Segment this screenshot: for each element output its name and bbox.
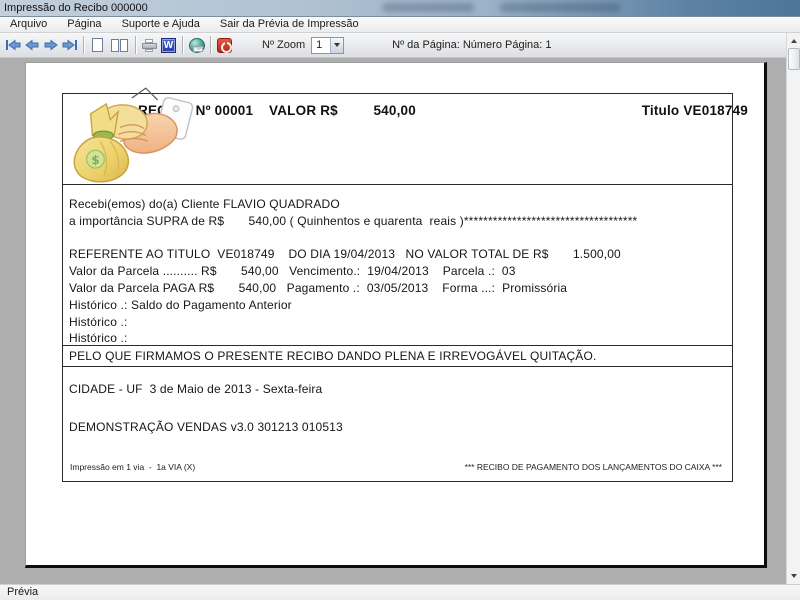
svg-text:$: $ [91, 153, 99, 167]
body-line: Histórico .: Saldo do Pagamento Anterior [69, 297, 292, 312]
scrollbar-thumb[interactable] [788, 48, 800, 70]
menu-sair-da-previa[interactable]: Sair da Prévia de Impressão [210, 17, 369, 32]
print-preview-area[interactable]: RECIBO Nº 00001 VALOR R$ 540,00 Titulo V… [0, 58, 786, 584]
exit-button[interactable] [215, 36, 234, 55]
vertical-scrollbar[interactable] [786, 33, 800, 584]
printer-icon [142, 38, 157, 52]
chevron-up-icon [791, 39, 797, 43]
via-line: Impressão em 1 via - 1a VIA (X) [70, 462, 196, 472]
chevron-down-icon [334, 43, 341, 47]
receipt-body-lines: Recebi(emos) do(a) Cliente FLAVIO QUADRA… [69, 196, 728, 347]
titlebar: Impressão do Recibo 000000 [0, 0, 800, 17]
receipt-title-row: RECIBO Nº 00001 VALOR R$ 540,00 Titulo V… [138, 103, 748, 118]
receipt-titulo: Titulo VE018749 [641, 103, 748, 118]
scroll-down-button[interactable] [788, 570, 800, 582]
menu-pagina[interactable]: Página [57, 17, 111, 32]
titlebar-artifact [500, 3, 620, 12]
page-number-label: Nº da Página: Número Página: 1 [392, 39, 552, 51]
menubar: Arquivo Página Suporte e Ajuda Sair da P… [0, 17, 800, 33]
two-page-view-button[interactable] [107, 36, 131, 55]
power-icon [217, 37, 232, 53]
status-label: Prévia [7, 586, 39, 598]
window-title: Impressão do Recibo 000000 [4, 2, 148, 14]
toolbar-separator [83, 36, 84, 54]
chevron-down-icon [791, 574, 797, 578]
next-page-icon [44, 39, 58, 51]
toolbar: W Nº Zoom 1 Nº da Página: Número Página:… [0, 33, 786, 58]
toolbar-separator [135, 36, 136, 54]
zoom-value: 1 [316, 38, 323, 51]
scroll-up-button[interactable] [788, 35, 800, 47]
globe-mail-icon [188, 37, 205, 53]
last-page-icon [62, 39, 77, 51]
menu-arquivo[interactable]: Arquivo [0, 17, 57, 32]
send-web-button[interactable] [187, 36, 206, 55]
body-line: Recebi(emos) do(a) Cliente FLAVIO QUADRA… [69, 197, 340, 211]
export-word-button[interactable]: W [159, 36, 178, 55]
word-icon: W [161, 37, 176, 53]
zoom-dropdown-button[interactable] [330, 37, 344, 53]
two-pages-icon [110, 38, 128, 52]
next-page-button[interactable] [41, 36, 60, 55]
titlebar-artifact [382, 3, 474, 12]
prev-page-icon [24, 39, 38, 51]
zoom-select[interactable]: 1 [311, 36, 345, 54]
body-line: a importância SUPRA de R$ 540,00 ( Quinh… [69, 213, 638, 228]
prev-page-button[interactable] [22, 36, 41, 55]
receipt-page: RECIBO Nº 00001 VALOR R$ 540,00 Titulo V… [25, 62, 767, 568]
receipt-body-box: Recebi(emos) do(a) Cliente FLAVIO QUADRA… [62, 184, 733, 367]
body-line-blank [69, 230, 728, 247]
toolbar-separator [210, 36, 211, 54]
menu-suporte-e-ajuda[interactable]: Suporte e Ajuda [112, 17, 210, 32]
quitacao-line: PELO QUE FIRMAMOS O PRESENTE RECIBO DAND… [63, 345, 732, 366]
body-line: Valor da Parcela PAGA R$ 540,00 Pagament… [69, 280, 568, 295]
print-button[interactable] [140, 36, 159, 55]
body-line: Histórico .: [69, 314, 128, 329]
caixa-line: *** RECIBO DE PAGAMENTO DOS LANÇAMENTOS … [464, 462, 722, 472]
first-page-button[interactable] [3, 36, 22, 55]
single-page-view-button[interactable] [88, 36, 107, 55]
receipt-footer-box: CIDADE - UF 3 de Maio de 2013 - Sexta-fe… [62, 366, 733, 482]
zoom-label: Nº Zoom [262, 39, 306, 51]
last-page-button[interactable] [60, 36, 79, 55]
demo-version-line: DEMONSTRAÇÃO VENDAS v3.0 301213 010513 [69, 420, 343, 434]
handshake-moneybag-image: $ [73, 87, 194, 183]
city-date-line: CIDADE - UF 3 de Maio de 2013 - Sexta-fe… [69, 382, 323, 396]
first-page-icon [5, 39, 20, 51]
single-page-icon [92, 38, 103, 52]
body-line: REFERENTE AO TITULO VE018749 DO DIA 19/0… [69, 247, 621, 262]
statusbar: Prévia [0, 584, 800, 600]
body-line: Valor da Parcela .......... R$ 540,00 Ve… [69, 264, 516, 279]
toolbar-separator [182, 36, 183, 54]
